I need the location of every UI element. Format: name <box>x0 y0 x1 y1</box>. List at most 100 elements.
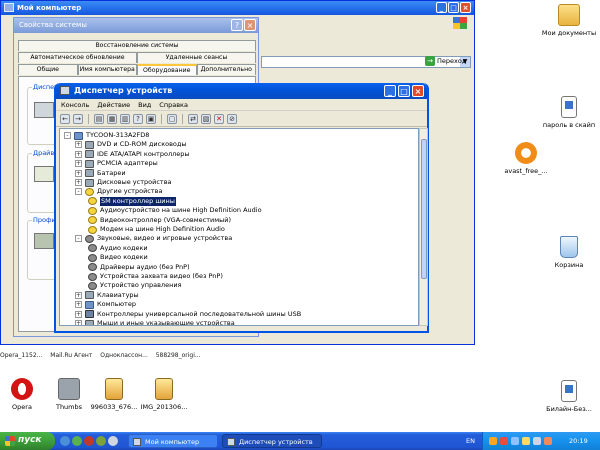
tab-automatic-updates[interactable]: Автоматическое обновление <box>18 52 137 63</box>
expand-icon[interactable]: + <box>75 291 82 299</box>
close-button[interactable]: × <box>460 2 471 13</box>
clock[interactable]: 20:19 <box>569 437 588 445</box>
system-properties-title-bar[interactable]: Свойства системы ? × <box>14 18 258 33</box>
chrome-quicklaunch-icon[interactable] <box>72 436 82 446</box>
tab-remote-sessions[interactable]: Удаленные сеансы <box>137 52 256 63</box>
start-button[interactable]: пуск <box>0 432 55 450</box>
scrollbar-thumb[interactable] <box>421 139 427 279</box>
desktop-icon-my-documents[interactable]: Мои документы <box>540 4 598 37</box>
collapse-icon[interactable]: - <box>75 235 82 243</box>
device-manager-icon <box>60 86 70 95</box>
close-button[interactable]: × <box>244 19 256 31</box>
sound-icon <box>88 272 97 281</box>
update-driver-icon[interactable]: ▧ <box>201 114 211 124</box>
power-tray-icon[interactable] <box>522 437 530 445</box>
device-tree-item[interactable]: - TYCOON-313A2FD8 <box>64 131 149 140</box>
taskbar-task-device-manager[interactable]: Диспетчер устройств <box>222 434 322 448</box>
expand-icon[interactable]: + <box>75 320 82 325</box>
quicklaunch-icon[interactable] <box>96 436 106 446</box>
device-tree-item[interactable]: Аудиоустройство на шине High Definition … <box>86 206 262 215</box>
device-tree-item[interactable]: + IDE ATA/ATAPI контроллеры <box>75 150 190 159</box>
device-tree-item[interactable]: + Контроллеры универсальной последователь… <box>75 310 301 319</box>
pcmcia-icon <box>85 159 94 168</box>
language-indicator[interactable]: EN <box>466 437 475 445</box>
show-desktop-icon[interactable] <box>108 436 118 446</box>
device-tree-item[interactable]: + Мыши и иные указывающие устройства <box>75 319 235 325</box>
menu-console[interactable]: Консоль <box>61 101 89 110</box>
uninstall-icon[interactable]: ✕ <box>214 114 224 124</box>
scan-hardware-icon[interactable]: ⇄ <box>188 114 198 124</box>
device-tree-item[interactable]: - Другие устройства <box>75 187 162 196</box>
device-tree-item[interactable]: Видеоконтроллер (VGA-совместимый) <box>86 216 231 225</box>
network-tray-icon[interactable] <box>511 437 519 445</box>
device-tree-item[interactable]: Устройство управления <box>86 281 181 290</box>
device-tree-item[interactable]: + Батареи <box>75 169 126 178</box>
expand-icon[interactable]: + <box>75 169 82 177</box>
device-tree-item[interactable]: Видео кодеки <box>86 253 148 262</box>
print-icon[interactable]: ▥ <box>120 114 130 124</box>
back-icon[interactable]: ← <box>60 114 70 124</box>
tab-general[interactable]: Общие <box>18 64 78 75</box>
tab-hardware[interactable]: Оборудование <box>137 64 197 75</box>
console-icon[interactable]: ▣ <box>146 114 156 124</box>
expand-icon[interactable]: + <box>75 150 82 158</box>
expand-icon[interactable]: + <box>75 179 82 186</box>
avast-tray-icon[interactable] <box>489 437 497 445</box>
collapse-icon[interactable]: - <box>64 132 71 139</box>
expand-icon[interactable]: + <box>75 160 82 168</box>
expand-icon[interactable]: + <box>75 310 82 318</box>
help-button[interactable]: ? <box>231 19 243 31</box>
desktop-icon-skype-password[interactable]: пароль в скайп <box>540 96 598 129</box>
device-tree-item[interactable]: + DVD и CD-ROM дисководы <box>75 140 187 149</box>
expand-icon[interactable]: + <box>75 141 82 149</box>
device-tree-item[interactable]: + PCMCIA адаптеры <box>75 159 158 168</box>
desktop-strip-label[interactable]: 588298_origi... <box>156 352 201 359</box>
mail-agent-tray-icon[interactable] <box>544 437 552 445</box>
tab-computer-name[interactable]: Имя компьютера <box>77 64 137 75</box>
explorer-title-bar[interactable]: Мой компьютер _ □ × <box>1 1 474 15</box>
disable-device-icon[interactable]: ⊘ <box>227 114 237 124</box>
taskbar-task-my-computer[interactable]: Мой компьютер <box>128 434 218 448</box>
minimize-button[interactable]: _ <box>436 2 447 13</box>
collapse-icon[interactable]: - <box>75 188 82 196</box>
volume-tray-icon[interactable] <box>533 437 541 445</box>
computer-icon[interactable]: ▢ <box>167 114 177 124</box>
desktop-icon-avast[interactable]: avast_free_... <box>494 142 558 175</box>
forward-icon[interactable]: → <box>73 114 83 124</box>
desktop-strip-label[interactable]: Mail.Ru Агент <box>50 352 92 359</box>
menu-help[interactable]: Справка <box>159 101 188 110</box>
menu-view[interactable]: Вид <box>138 101 151 110</box>
tab-advanced[interactable]: Дополнительно <box>196 64 256 75</box>
security-tray-icon[interactable] <box>500 437 508 445</box>
maximize-button[interactable]: □ <box>398 85 410 97</box>
desktop-icon-beeline[interactable]: Билайн-Без... <box>540 380 598 413</box>
close-button[interactable]: × <box>412 85 424 97</box>
device-tree-item[interactable]: + Компьютер <box>75 300 136 309</box>
device-tree-item[interactable]: Модем на шине High Definition Audio <box>86 225 225 234</box>
desktop-strip-label[interactable]: Одноклассон... <box>100 352 148 359</box>
go-button[interactable]: → Переход <box>425 56 466 66</box>
opera-quicklaunch-icon[interactable] <box>84 436 94 446</box>
help-icon[interactable]: ? <box>133 114 143 124</box>
device-tree-item[interactable]: + Дисковые устройства <box>75 178 172 187</box>
menu-action[interactable]: Действие <box>97 101 130 110</box>
device-tree-item[interactable]: - Звуковые, видео и игровые устройства <box>75 234 232 243</box>
device-tree[interactable]: - TYCOON-313A2FD8 + DVD и CD-ROM дисководы +… <box>59 128 419 326</box>
device-tree-item[interactable]: Драйверы аудио (без PnP) <box>86 263 190 272</box>
desktop-icon-recycle-bin[interactable]: Корзина <box>540 236 598 269</box>
expand-icon[interactable]: + <box>75 301 82 309</box>
device-tree-item[interactable]: Аудио кодеки <box>86 244 148 253</box>
device-tree-item[interactable]: Устройства захвата видео (без PnP) <box>86 272 223 281</box>
desktop-icon-image-img2013[interactable]: IMG_201306... <box>135 378 193 411</box>
ie-quicklaunch-icon[interactable] <box>60 436 70 446</box>
tree-scrollbar[interactable] <box>419 128 428 326</box>
minimize-button[interactable]: _ <box>384 85 396 97</box>
maximize-button[interactable]: □ <box>448 2 459 13</box>
show-hide-tree-icon[interactable]: ▤ <box>94 114 104 124</box>
properties-icon[interactable]: ▦ <box>107 114 117 124</box>
device-tree-item[interactable]: SM контроллер шины <box>86 196 176 206</box>
tab-system-restore[interactable]: Восстановление системы <box>18 40 256 51</box>
device-manager-title-bar[interactable]: Диспетчер устройств _ □ × <box>56 83 427 99</box>
desktop-strip-label[interactable]: Opera_1152... <box>0 352 42 359</box>
device-tree-item[interactable]: + Клавиатуры <box>75 291 139 300</box>
